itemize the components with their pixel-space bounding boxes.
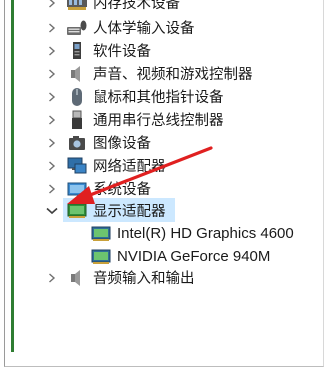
chevron-right-icon[interactable] <box>45 182 59 196</box>
chevron-right-icon[interactable] <box>45 0 59 10</box>
device-manager-panel: 内存技术设备 人体学输入设备 软件设备 声音、视频和游戏控制器 鼠标和其他指针设… <box>4 0 324 367</box>
speaker-icon <box>66 267 88 289</box>
tree-item-label: 通用串行总线控制器 <box>93 113 224 129</box>
tree-item-hid[interactable]: 人体学输入设备 <box>5 16 323 39</box>
tree-item-network[interactable]: 网络适配器 <box>5 154 323 177</box>
software-device-icon <box>66 40 88 62</box>
tree-item-nvidia-940m[interactable]: NVIDIA GeForce 940M <box>5 245 323 268</box>
tree-item-display-adapters[interactable]: 显示适配器 <box>5 198 323 222</box>
tree-item-label: 鼠标和其他指针设备 <box>93 90 224 106</box>
camera-icon <box>66 132 88 154</box>
tree-item-label: 网络适配器 <box>93 159 166 175</box>
chevron-right-icon[interactable] <box>45 113 59 127</box>
speaker-icon <box>66 63 88 85</box>
tree-item-mouse[interactable]: 鼠标和其他指针设备 <box>5 85 323 108</box>
usb-icon <box>66 109 88 131</box>
chevron-right-icon[interactable] <box>45 44 59 58</box>
tree-item-label: 人体学输入设备 <box>93 21 195 37</box>
tree-item-label: 内存技术设备 <box>93 0 180 12</box>
tree-item-label: 声音、视频和游戏控制器 <box>93 67 253 83</box>
display-adapter-icon <box>90 246 112 268</box>
hid-icon <box>66 17 88 39</box>
tree-item-imaging[interactable]: 图像设备 <box>5 131 323 154</box>
display-adapter-icon <box>90 223 112 245</box>
chevron-right-icon[interactable] <box>45 159 59 173</box>
tree-item-label: 软件设备 <box>93 44 151 60</box>
tree-item-label: 显示适配器 <box>93 204 166 220</box>
chevron-right-icon[interactable] <box>45 271 59 285</box>
tree-item-label: NVIDIA GeForce 940M <box>117 248 271 265</box>
chevron-right-icon[interactable] <box>45 67 59 81</box>
tree-item-label: 系统设备 <box>93 182 151 198</box>
tree-item-label: 图像设备 <box>93 136 151 152</box>
chevron-right-icon[interactable] <box>45 90 59 104</box>
tree-item-label: 音频输入和输出 <box>93 271 195 287</box>
memory-icon <box>66 0 88 14</box>
chevron-down-icon[interactable] <box>45 204 59 218</box>
tree-item-intel-hd-4600[interactable]: Intel(R) HD Graphics 4600 <box>5 222 323 245</box>
tree-item-system[interactable]: 系统设备 <box>5 177 323 200</box>
chevron-right-icon[interactable] <box>45 21 59 35</box>
tree-item-usb[interactable]: 通用串行总线控制器 <box>5 108 323 131</box>
tree-item-sound-video[interactable]: 声音、视频和游戏控制器 <box>5 62 323 85</box>
chevron-right-icon[interactable] <box>45 136 59 150</box>
tree-item-memory[interactable]: 内存技术设备 <box>5 0 323 14</box>
display-adapter-icon <box>66 200 88 222</box>
system-device-icon <box>66 178 88 200</box>
network-icon <box>66 155 88 177</box>
tree-item-software[interactable]: 软件设备 <box>5 39 323 62</box>
mouse-icon <box>66 86 88 108</box>
tree-item-audio-io[interactable]: 音频输入和输出 <box>5 266 323 289</box>
tree-item-label: Intel(R) HD Graphics 4600 <box>117 225 294 242</box>
